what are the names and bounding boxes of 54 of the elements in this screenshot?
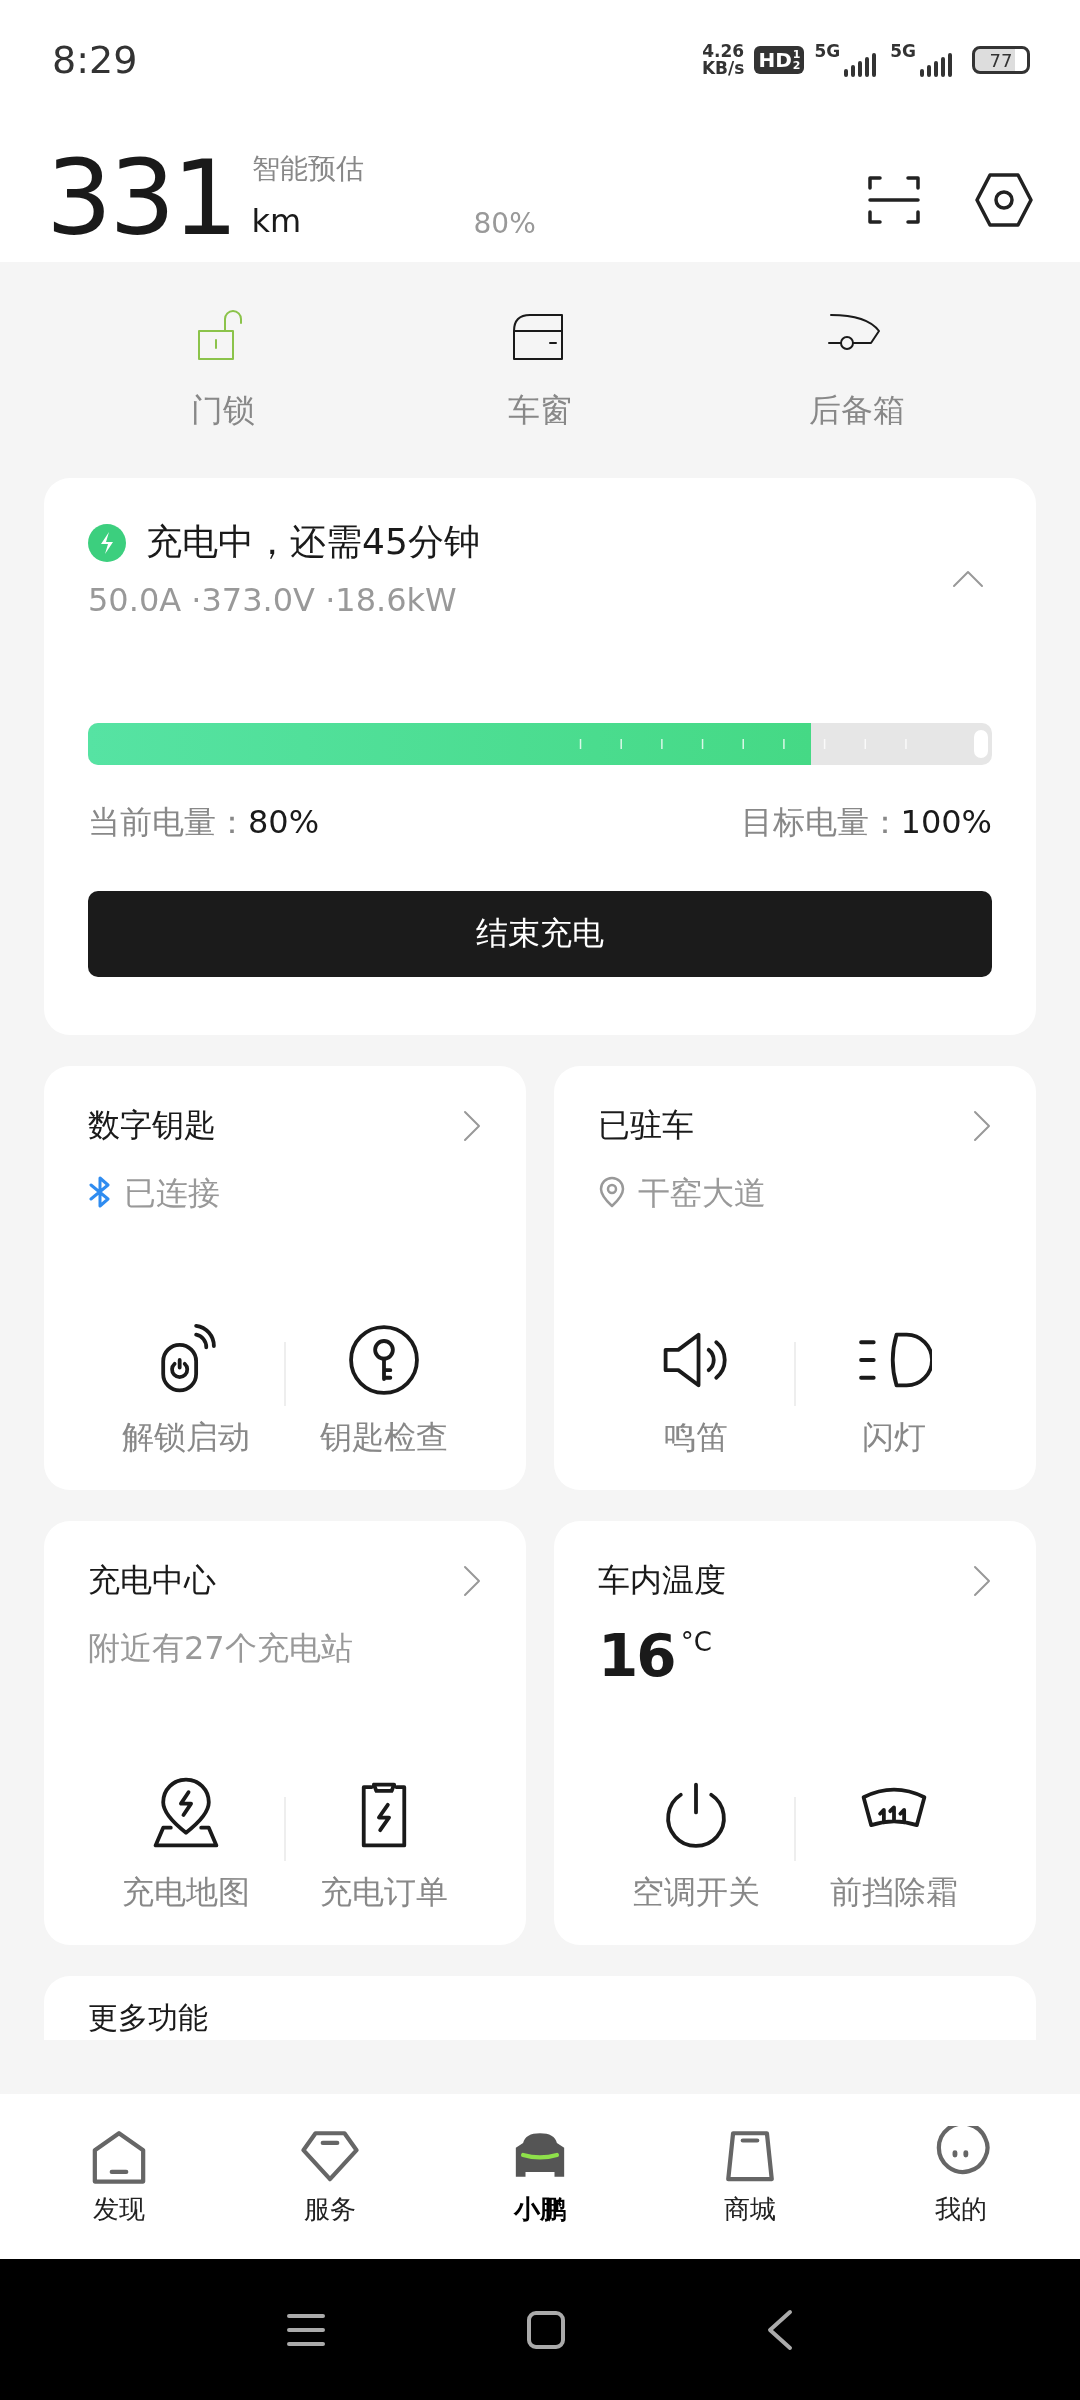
network-type: 5G [814,43,841,60]
chevron-right-icon[interactable] [972,1109,992,1143]
range-unit: km [251,202,303,240]
card-action-button[interactable]: 充电地图 [88,1777,284,1915]
battery-percent: 80% [473,207,536,240]
card-action-button[interactable]: 解锁启动 [88,1322,284,1460]
card-title[interactable]: 充电中心 [88,1559,216,1603]
location-pin-icon [598,1176,626,1208]
chevron-right-icon[interactable] [972,1564,992,1598]
card-subtitle: 附近有27个充电站 [88,1628,353,1669]
temperature-value: 16 [598,1627,675,1685]
collapse-chevron-icon[interactable] [952,568,984,588]
range-value: 331 [46,156,236,240]
lightning-icon [88,523,126,562]
target-handle[interactable] [974,730,988,758]
target-level-label: 目标电量： [740,803,901,841]
chevron-right-icon[interactable] [462,1109,482,1143]
charging-status: 充电中，还需45分钟 [146,520,480,564]
key-icon [346,1322,422,1398]
nav-tab[interactable]: 商城 [690,2126,811,2227]
stop-charging-button[interactable]: 结束充电 [88,891,992,977]
nav-tab[interactable]: 我的 [900,2126,1021,2227]
current-level-label: 当前电量： [88,803,248,841]
network-speed-unit: KB/s [701,60,745,77]
card-action-button[interactable]: 空调开关 [598,1777,794,1915]
settings-icon[interactable] [974,170,1034,230]
nav-tab[interactable]: 服务 [269,2126,390,2227]
chevron-right-icon[interactable] [462,1564,482,1598]
network-speed: 4.26 [702,43,745,60]
home-icon[interactable] [526,2309,566,2350]
back-icon[interactable] [766,2308,794,2351]
nav-tab[interactable]: 小鹏 [479,2126,600,2227]
current-level-value: 80% [248,803,320,841]
charging-details: 50.0A ·373.0V ·18.6kW [88,581,458,619]
card-action-button[interactable]: 钥匙检查 [286,1322,482,1460]
card-action-button[interactable]: 鸣笛 [598,1322,794,1460]
section-title: 更多功能 [88,2000,208,2035]
battery-icon: 77 [972,46,1030,74]
temperature-unit: °C [680,1627,712,1657]
card-action-button[interactable]: 闪灯 [796,1322,992,1460]
card-action-button[interactable]: 充电订单 [286,1777,482,1915]
card-action-button[interactable]: 前挡除霜 [796,1777,992,1915]
card-title[interactable]: 数字钥匙 [88,1104,216,1148]
menu-icon[interactable] [286,2311,326,2348]
estimate-label: 智能预估 [251,151,364,187]
card-subtitle: 干窑大道 [638,1173,766,1214]
target-level-value[interactable]: 100% [900,803,992,841]
nav-tab[interactable]: 发现 [59,2126,180,2227]
bluetooth-icon [88,1176,112,1208]
card-title[interactable]: 已驻车 [598,1104,694,1148]
card-title[interactable]: 车内温度 [598,1559,726,1603]
network-type: 5G [890,43,916,60]
card-subtitle: 已连接 [124,1173,220,1214]
clock-time: 8:29 [52,38,138,82]
